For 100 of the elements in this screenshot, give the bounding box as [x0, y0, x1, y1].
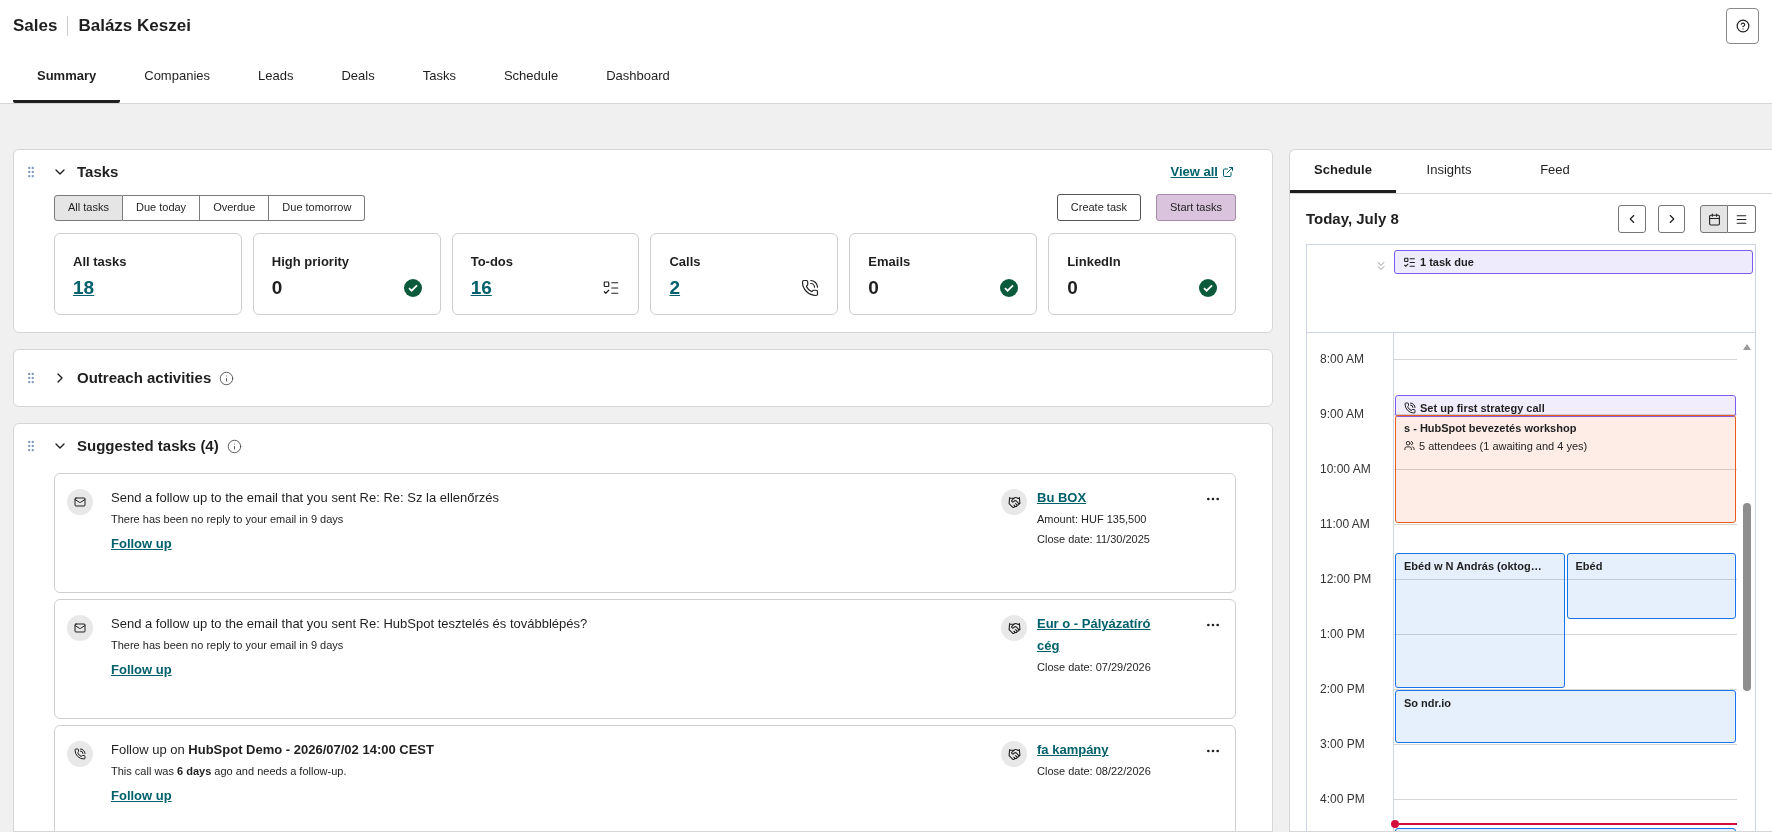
hour-label: 2:00 PM: [1320, 682, 1365, 696]
card-title: Outreach activities: [77, 367, 212, 388]
hour-label: 8:00 AM: [1320, 352, 1365, 366]
nav-tab[interactable]: Leads: [234, 52, 318, 103]
event-title: So ndr.io: [1404, 696, 1452, 711]
hour-label: 10:00 AM: [1320, 462, 1371, 476]
stat-value: 0: [1067, 275, 1078, 300]
calendar-event[interactable]: Ebéd w N András (oktog…: [1395, 552, 1565, 688]
deal-link[interactable]: Bu BOX: [1037, 487, 1087, 509]
calendar-view-button[interactable]: [1700, 205, 1728, 233]
check-circle-icon: [403, 278, 422, 297]
hour-label: 12:00 PM: [1320, 572, 1372, 586]
filter-tab[interactable]: Overdue: [200, 194, 270, 221]
card-title: Suggested tasks (4): [77, 435, 219, 456]
checklist-icon: [602, 278, 621, 297]
next-day-button[interactable]: [1658, 205, 1685, 233]
chip-label: 1 task due: [1420, 254, 1474, 270]
stat-label: To-dos: [470, 253, 514, 271]
filter-tab[interactable]: Due tomorrow: [269, 194, 366, 221]
task-subtitle: There has been no reply to your email in 9 days: [111, 512, 345, 527]
hour-label: 3:00 PM: [1320, 737, 1365, 751]
panel-tab[interactable]: Schedule: [1290, 150, 1396, 193]
nav-tab[interactable]: Companies: [120, 52, 234, 103]
nav-tab[interactable]: Summary: [13, 52, 121, 103]
phone-call-icon: [801, 278, 820, 297]
event-title: Set up first strategy call: [1420, 400, 1545, 416]
calendar-event[interactable]: Ebéd: [1566, 552, 1736, 620]
deal-detail: Amount: HUF 135,500: [1037, 512, 1148, 527]
follow-up-link[interactable]: Follow up: [111, 785, 172, 805]
hour-label: 1:00 PM: [1320, 627, 1365, 641]
panel-tab[interactable]: Insights: [1396, 150, 1502, 193]
check-circle-icon: [1199, 278, 1217, 297]
task-subtitle: There has been no reply to your email in 9 days: [111, 638, 345, 653]
card-title: Tasks: [77, 161, 119, 182]
nav-tab[interactable]: Tasks: [398, 52, 480, 103]
stat-label: LinkedIn: [1067, 253, 1122, 271]
calendar-event[interactable]: Set up first strategy call: [1395, 394, 1736, 418]
list-icon: [1735, 212, 1748, 226]
view-all-link[interactable]: View all: [1170, 162, 1234, 182]
help-button[interactable]: [1726, 8, 1759, 44]
stat-label: Calls: [669, 253, 702, 271]
task-title: Follow up on HubSpot Demo - 2026/07/02 14:00 CEST: [111, 741, 435, 759]
mail-icon: [74, 496, 86, 508]
deal-link[interactable]: fa kampány: [1037, 739, 1109, 761]
nav-tab[interactable]: Dashboard: [582, 52, 694, 103]
nav-tab[interactable]: Deals: [317, 52, 399, 103]
task-title: Send a follow up to the email that you sent Re: HubSpot tesztelés és továbblépés?: [111, 615, 589, 633]
check-circle-icon: [1000, 278, 1019, 297]
stat-value-link[interactable]: 16: [470, 273, 492, 302]
info-icon[interactable]: [226, 438, 242, 454]
external-link-icon: [1222, 166, 1234, 178]
date-heading: Today, July 8: [1306, 208, 1399, 229]
all-day-task-chip[interactable]: 1 task due: [1394, 250, 1753, 274]
stat-card[interactable]: High priority 0: [252, 233, 441, 315]
event-attendees: 5 attendees (1 awaiting and 4 yes): [1419, 438, 1588, 454]
follow-up-link[interactable]: Follow up: [111, 659, 172, 679]
checklist-icon: [1403, 255, 1416, 269]
stat-card[interactable]: All tasks 18: [54, 233, 242, 315]
handshake-icon: [1007, 621, 1021, 635]
event-title: Ebéd: [1575, 558, 1603, 574]
phone-call-icon: [74, 748, 86, 760]
stat-card[interactable]: LinkedIn 0: [1048, 233, 1236, 315]
event-title: Ebéd w N András (oktog…: [1404, 558, 1542, 574]
panel-tab[interactable]: Feed: [1502, 150, 1608, 193]
filter-tab[interactable]: All tasks: [54, 194, 123, 221]
task-subtitle: This call was 6 days ago and needs a follow-up.: [111, 764, 348, 779]
handshake-icon: [1007, 747, 1021, 761]
deal-detail: Close date: 07/29/2026: [1037, 660, 1152, 675]
deal-detail: Close date: 08/22/2026: [1037, 764, 1152, 779]
calendar-icon: [1707, 212, 1721, 226]
nav-tab[interactable]: Schedule: [479, 52, 583, 103]
user-name: Balázs Keszei: [78, 15, 191, 38]
info-icon[interactable]: [219, 370, 235, 386]
deal-link[interactable]: Eur o - Pályázatíró cég: [1037, 613, 1167, 657]
stat-value: 0: [271, 275, 283, 300]
app-title: Sales: [13, 15, 58, 38]
calendar-event[interactable]: So ndr.io: [1395, 690, 1736, 743]
list-view-button[interactable]: [1728, 205, 1756, 233]
stat-label: High priority: [271, 253, 351, 271]
calendar-event[interactable]: s - HubSpot bevezetés workshop 5 attendees (1 awaiting and 4 yes): [1395, 415, 1736, 523]
stat-value-link[interactable]: 18: [73, 273, 95, 302]
hour-label: 11:00 AM: [1320, 517, 1370, 531]
previous-day-button[interactable]: [1618, 205, 1646, 233]
stat-card[interactable]: Emails 0: [849, 233, 1038, 315]
stat-value-link[interactable]: 2: [669, 273, 681, 302]
stat-card[interactable]: To-dos 16: [451, 233, 640, 315]
phone-call-icon: [1404, 401, 1416, 414]
stat-label: All tasks: [73, 253, 128, 271]
hour-label: 4:00 PM: [1320, 792, 1365, 806]
start-tasks-button[interactable]: Start tasks: [1156, 194, 1236, 221]
filter-tab[interactable]: Due today: [122, 194, 201, 221]
create-task-button[interactable]: Create task: [1056, 194, 1142, 221]
attendees-icon: [1404, 440, 1415, 452]
follow-up-link[interactable]: Follow up: [111, 533, 172, 553]
stat-card[interactable]: Calls 2: [650, 233, 839, 315]
mail-icon: [74, 622, 86, 634]
hour-label: 9:00 AM: [1320, 407, 1365, 421]
stat-value: 0: [868, 275, 879, 300]
task-title: Send a follow up to the email that you sent Re: Re: Sz la ellenőrzés: [111, 489, 501, 507]
stat-label: Emails: [868, 253, 912, 271]
